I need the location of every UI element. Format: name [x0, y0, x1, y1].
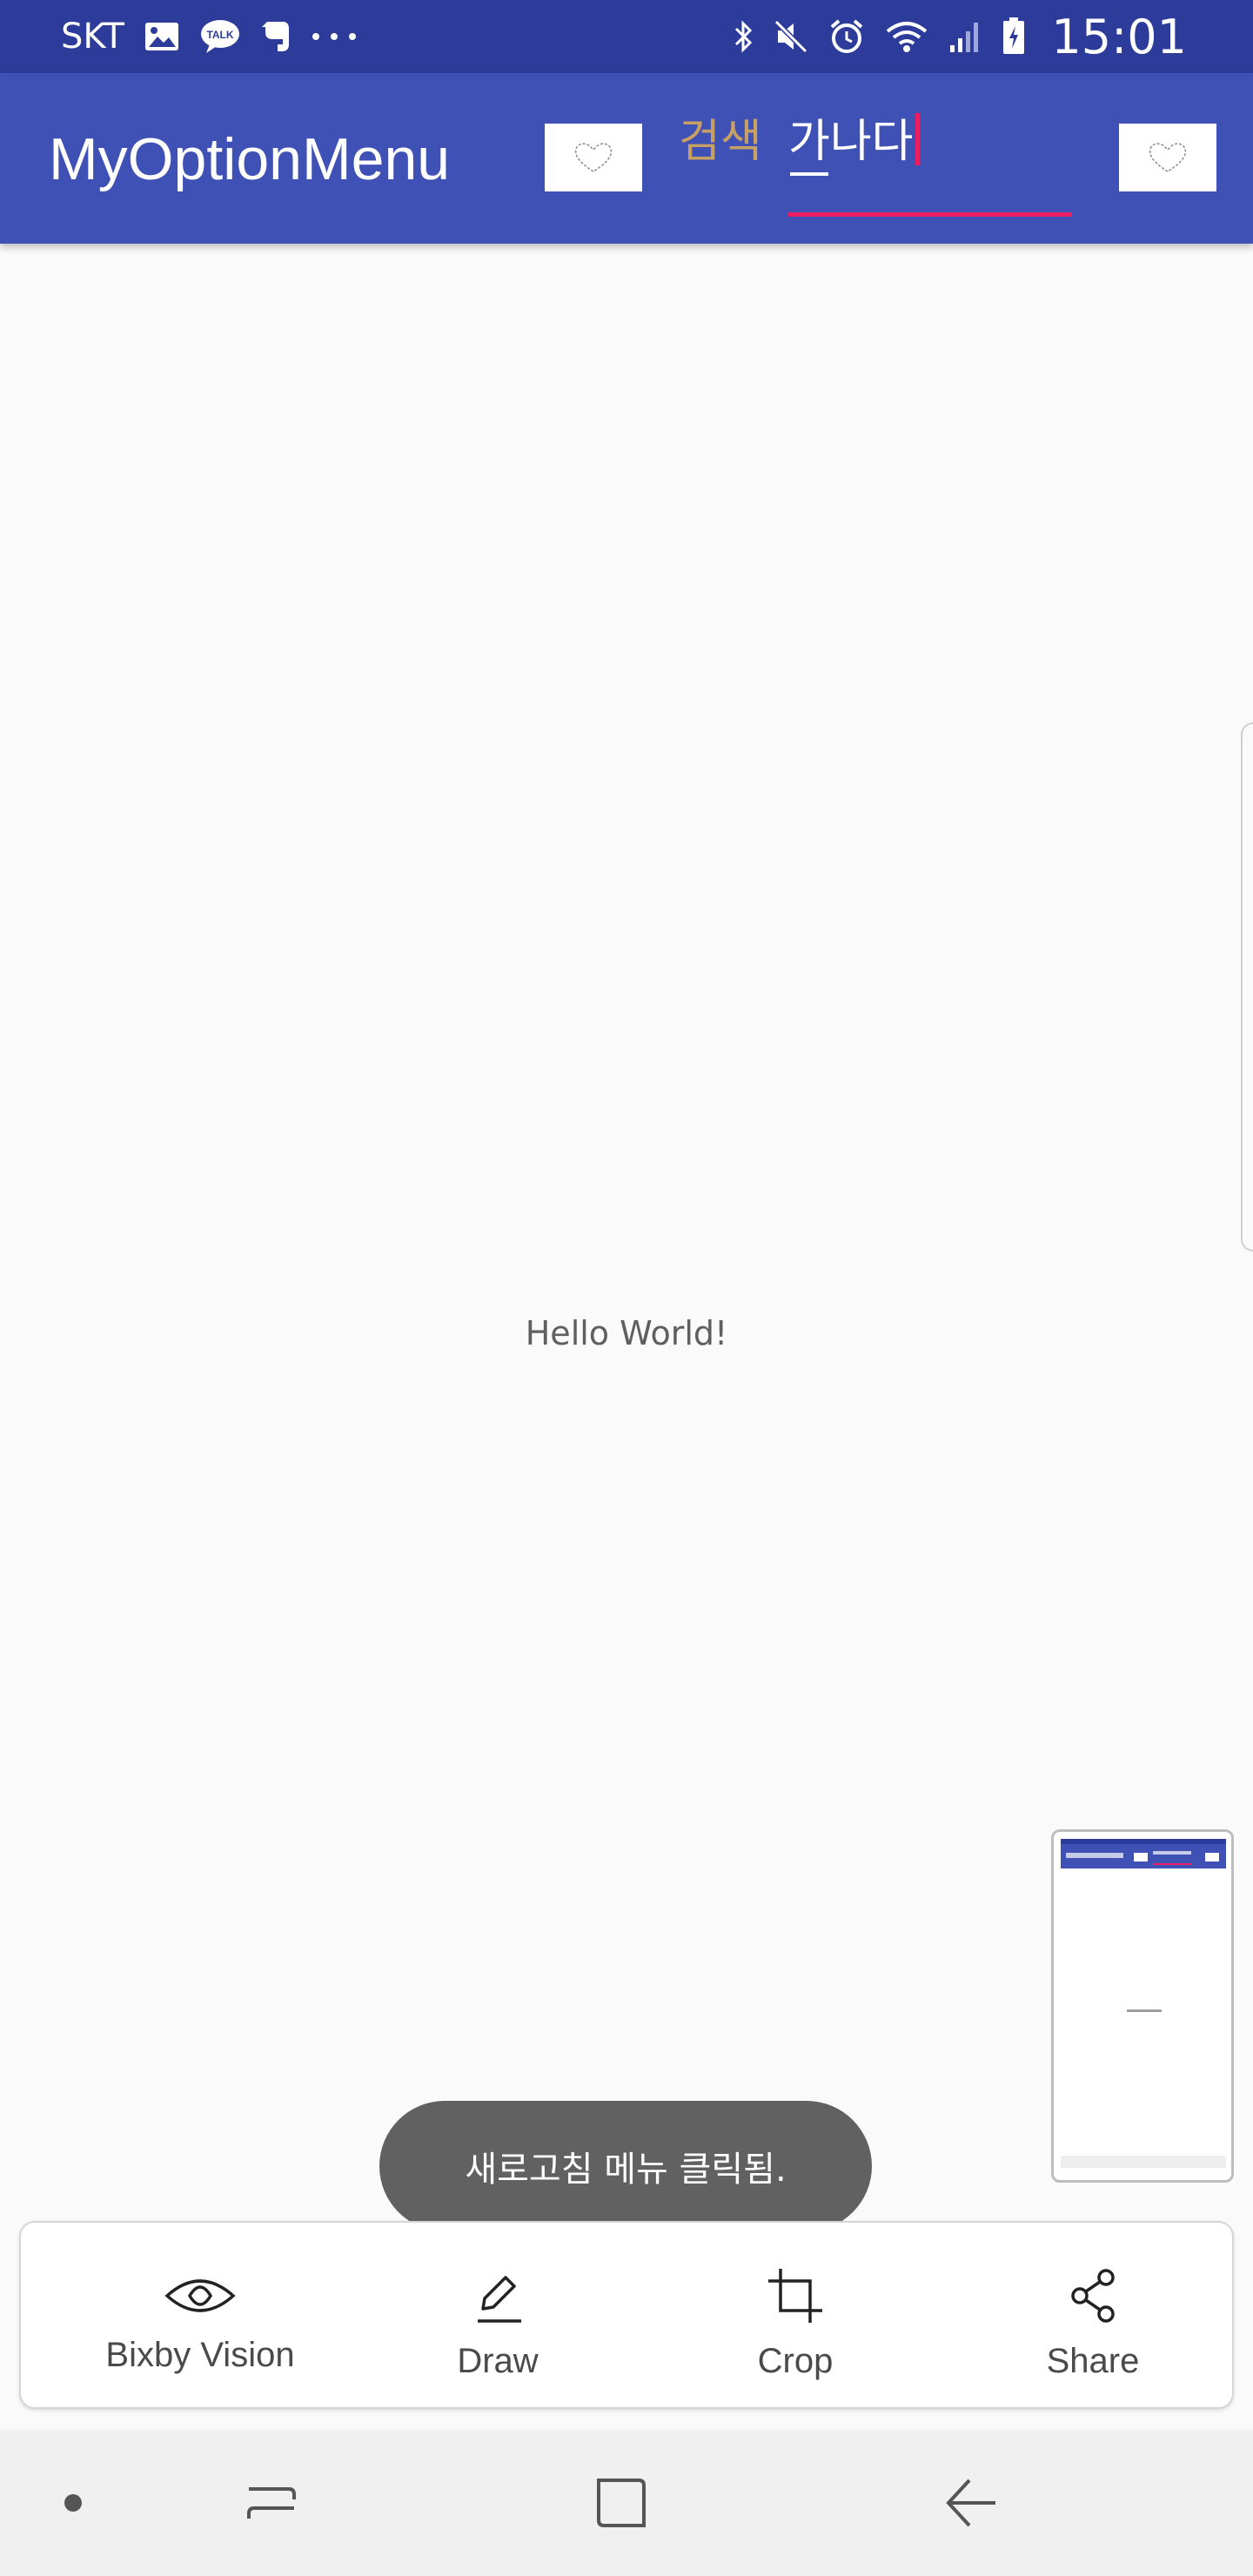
thumbnail-search-underline: [1153, 1863, 1191, 1865]
heart-icon: [574, 143, 613, 172]
bluetooth-icon: [733, 18, 754, 55]
thumbnail-image-right: [1205, 1853, 1219, 1862]
search-input-text: 가나다: [788, 116, 914, 168]
capture-toolbar: Bixby Vision Draw Crop Share: [19, 2221, 1234, 2409]
hello-world-text: Hello World!: [525, 1314, 728, 1352]
dot-icon: [64, 2494, 82, 2512]
thumbnail-title: [1066, 1853, 1123, 1858]
thumbnail-search: [1153, 1851, 1191, 1855]
search-label: 검색: [679, 116, 762, 168]
kakaotalk-icon: TALK: [199, 18, 241, 55]
battery-charging-icon: [1002, 17, 1025, 56]
nav-dot-button[interactable]: [12, 2430, 134, 2576]
alarm-icon: [828, 18, 865, 55]
edge-panel-handle[interactable]: [1241, 722, 1253, 1251]
text-cursor: [915, 113, 920, 165]
thumbnail-app-bar: [1061, 1844, 1226, 1868]
ime-composition-underline: [790, 172, 828, 176]
screenshot-thumbnail[interactable]: [1051, 1829, 1234, 2183]
thumbnail-image-left: [1134, 1853, 1148, 1862]
recents-button[interactable]: [211, 2430, 332, 2576]
share-button[interactable]: Share: [945, 2223, 1241, 2407]
share-label: Share: [1046, 2341, 1140, 2380]
crop-button[interactable]: Crop: [647, 2223, 943, 2407]
wifi-icon: [884, 19, 929, 54]
navigation-bar: [0, 2430, 1253, 2576]
home-button[interactable]: [560, 2430, 682, 2576]
pencil-icon: [478, 2275, 521, 2323]
status-bar: SKT TALK 15:01: [0, 0, 1253, 73]
screen: SKT TALK 15:01 MyOptionMenu 검색 가나다 Hello…: [0, 0, 1253, 2576]
home-icon: [597, 2479, 646, 2527]
status-left: SKT TALK: [61, 17, 358, 57]
clock: 15:01: [1051, 9, 1187, 64]
search-input[interactable]: 가나다: [788, 99, 1072, 221]
svg-text:TALK: TALK: [206, 29, 233, 41]
evernote-icon: [260, 18, 291, 55]
more-notifications-icon: [311, 31, 358, 42]
draw-label: Draw: [457, 2341, 539, 2380]
carrier-label: SKT: [61, 17, 124, 57]
heart-icon: [1149, 143, 1187, 172]
gallery-icon: [144, 21, 180, 52]
search-input-value: 가나다: [788, 104, 920, 170]
thumbnail-capture-menu: [1061, 2156, 1226, 2168]
crop-label: Crop: [757, 2341, 834, 2380]
toast-message: 새로고침 메뉴 클릭됨.: [379, 2101, 872, 2231]
menu-heart-image-button-2[interactable]: [1119, 124, 1216, 191]
draw-button[interactable]: Draw: [350, 2223, 646, 2407]
crop-icon: [768, 2268, 822, 2323]
share-icon: [1071, 2268, 1115, 2323]
status-right: 15:01: [733, 10, 1187, 64]
search-input-underline: [788, 212, 1072, 217]
signal-icon: [948, 19, 983, 54]
back-arrow-icon: [946, 2479, 995, 2527]
recents-icon: [247, 2487, 296, 2519]
app-title: MyOptionMenu: [49, 126, 451, 192]
eye-icon: [164, 2278, 236, 2312]
back-button[interactable]: [910, 2430, 1032, 2576]
bixby-vision-label: Bixby Vision: [105, 2335, 295, 2374]
bixby-vision-button[interactable]: Bixby Vision: [52, 2223, 348, 2407]
mute-icon: [773, 18, 809, 55]
thumbnail-hello-text: [1127, 2009, 1162, 2012]
menu-heart-image-button[interactable]: [545, 124, 642, 191]
app-bar: MyOptionMenu 검색 가나다: [0, 73, 1253, 244]
